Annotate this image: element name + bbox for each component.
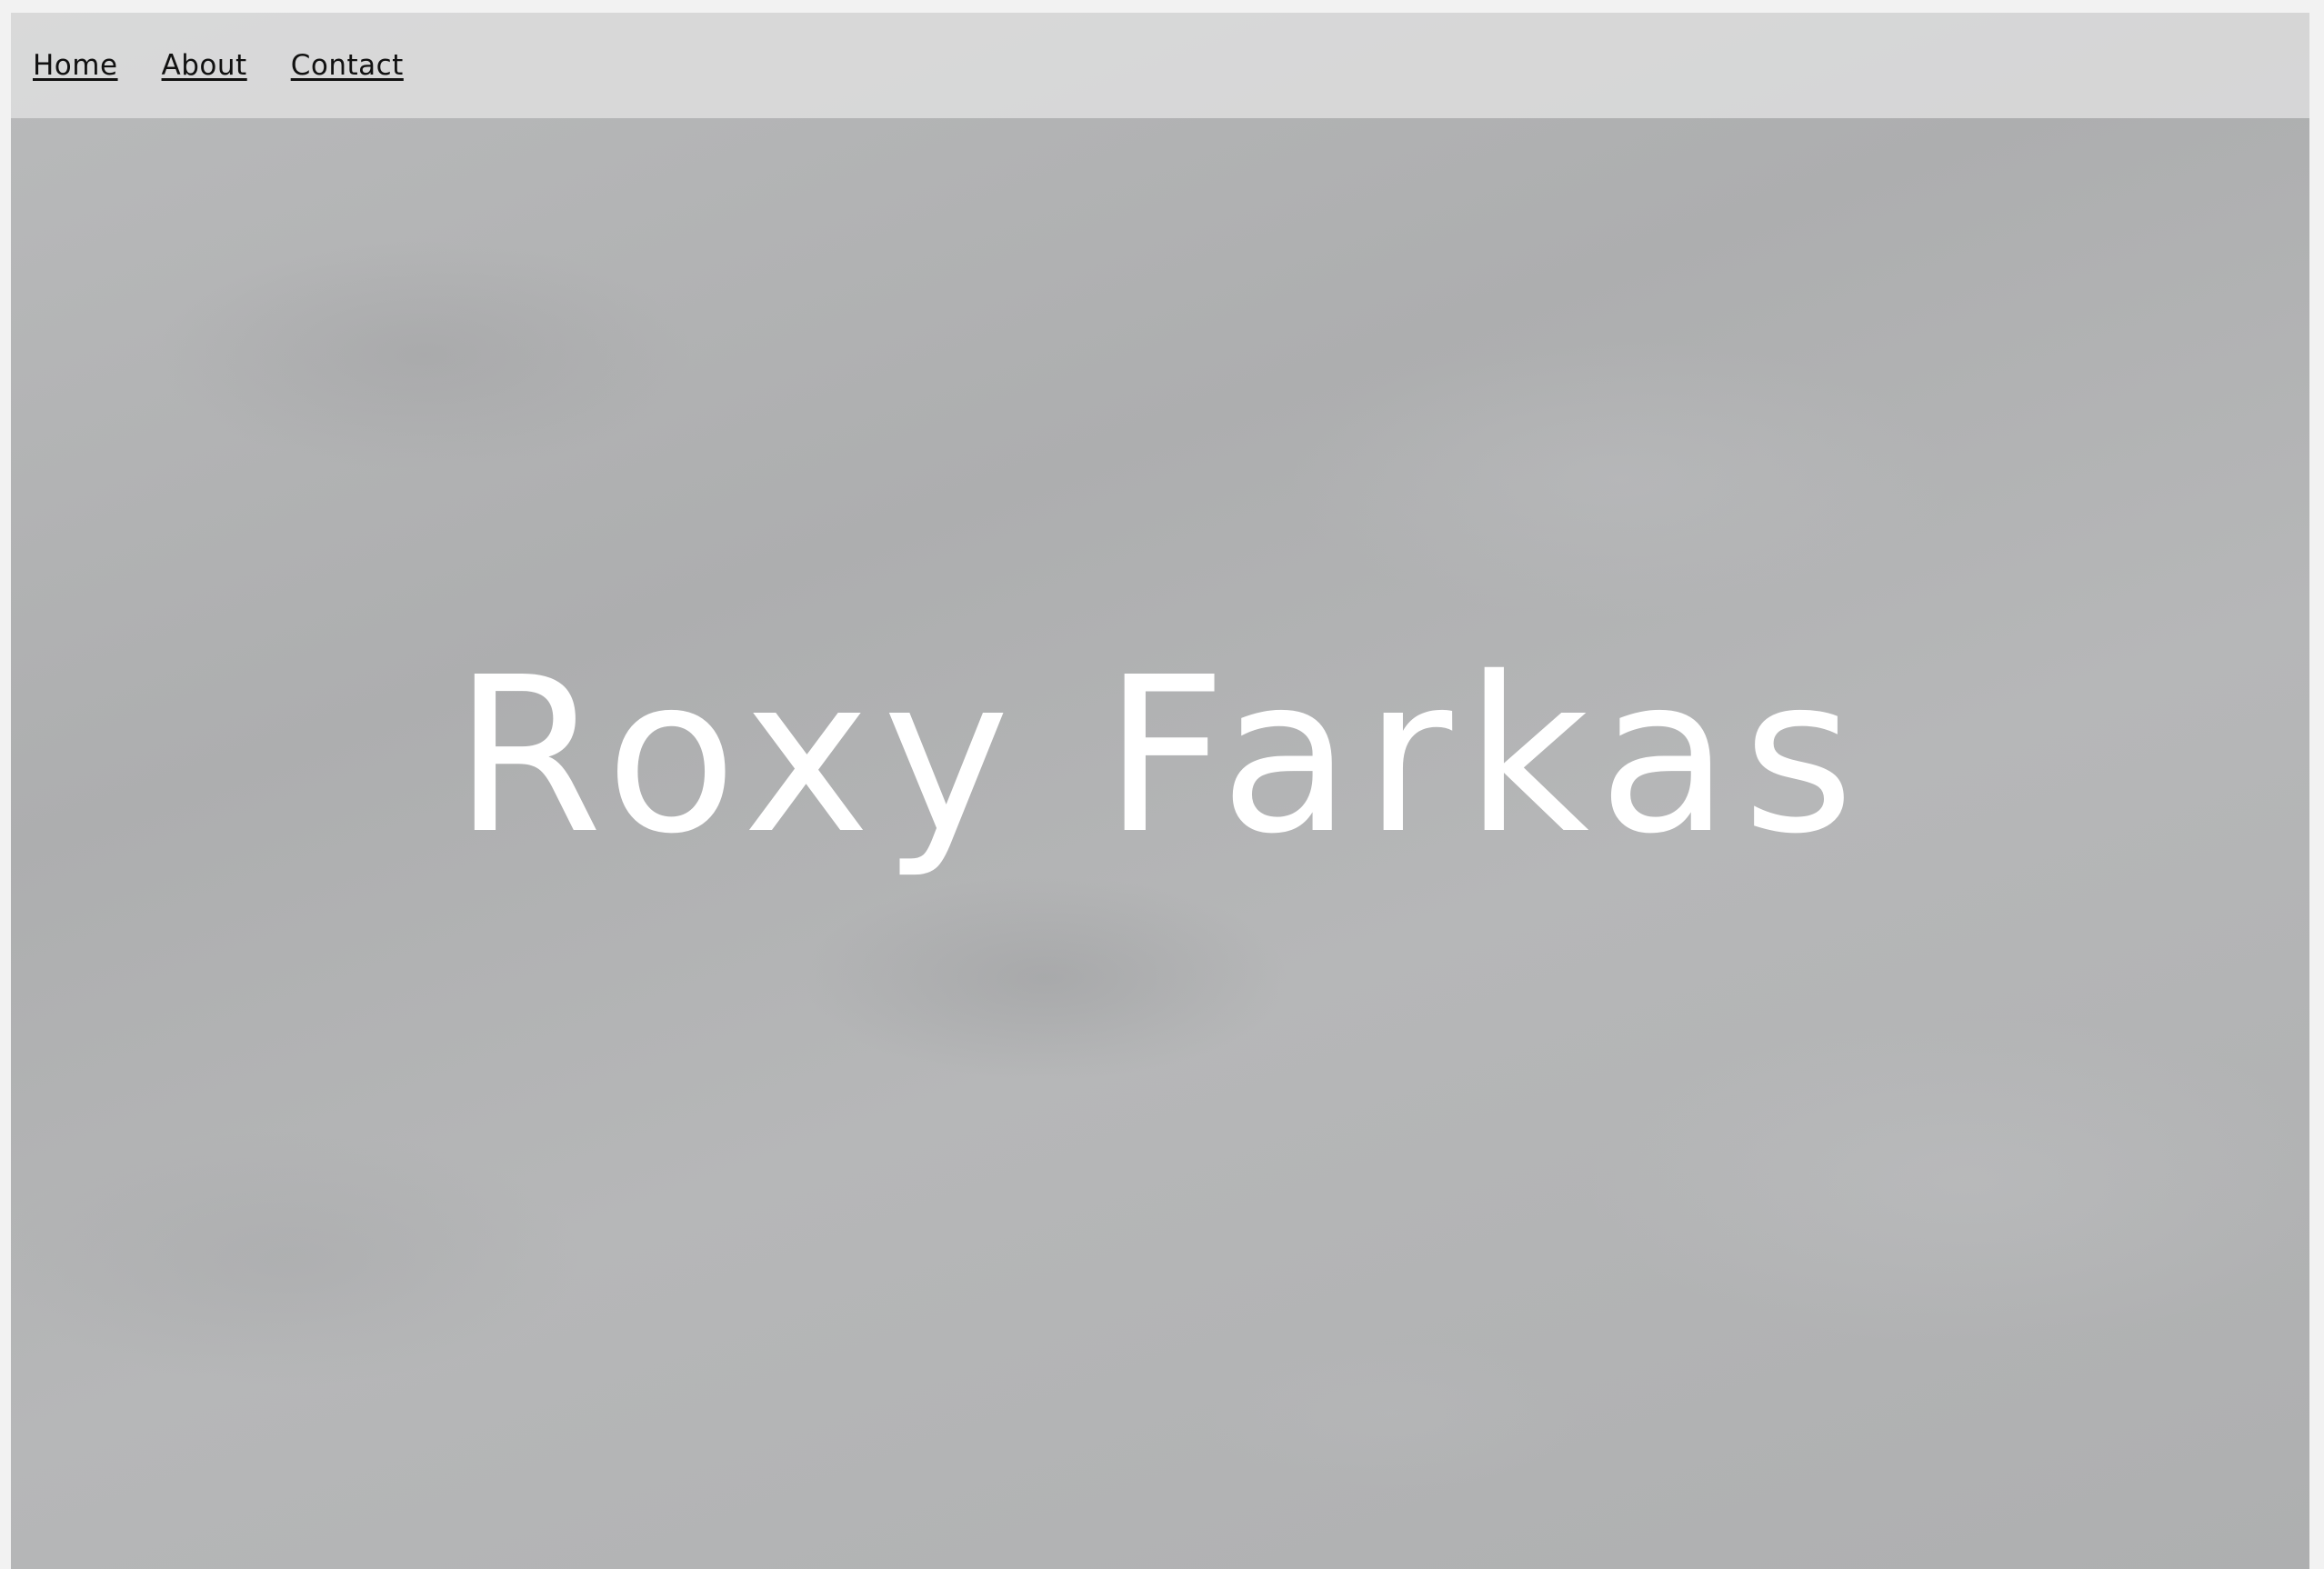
nav-link-about[interactable]: About [162, 49, 247, 82]
hero-title: Roxy Farkas [453, 631, 1868, 881]
nav-link-home[interactable]: Home [33, 49, 118, 82]
page-viewport: Home About Contact Roxy Farkas [11, 13, 2309, 1569]
nav-link-contact[interactable]: Contact [291, 49, 404, 82]
top-navbar: Home About Contact [11, 13, 2309, 118]
